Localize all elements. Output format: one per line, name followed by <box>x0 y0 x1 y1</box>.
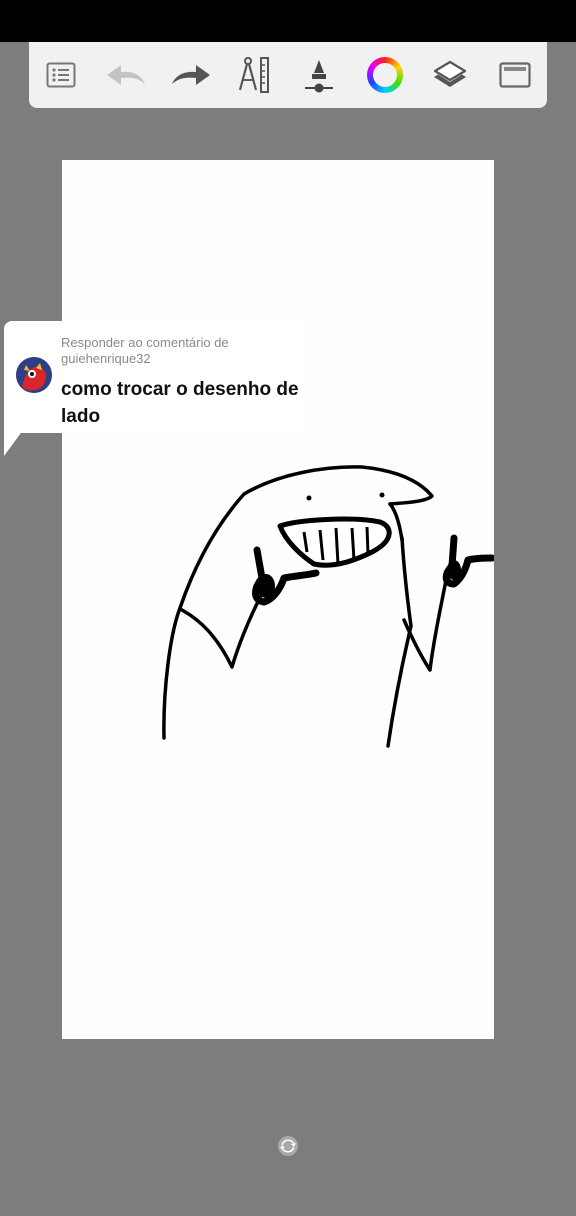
compass-ruler-icon <box>238 57 269 93</box>
layers-icon <box>433 60 467 87</box>
list-icon <box>46 62 76 88</box>
brush-size-icon <box>305 60 333 93</box>
status-bar <box>0 0 576 42</box>
drawing <box>162 465 494 748</box>
menu-button[interactable] <box>39 53 83 97</box>
fullscreen-button[interactable] <box>493 53 537 97</box>
rotate-icon <box>278 1136 298 1156</box>
canvas-handle[interactable] <box>277 1135 299 1157</box>
ruler-button[interactable] <box>232 53 276 97</box>
redo-button[interactable] <box>169 53 213 97</box>
comment-bubble: Responder ao comentário de guiehenrique3… <box>4 321 305 433</box>
brush-button[interactable] <box>297 53 341 97</box>
color-button[interactable] <box>363 53 407 97</box>
undo-button[interactable] <box>104 53 148 97</box>
drawing-canvas[interactable] <box>62 160 494 1039</box>
reply-header: Responder ao comentário de guiehenrique3… <box>61 335 229 366</box>
redo-arrow-icon <box>172 65 210 85</box>
bubble-tail <box>4 426 26 456</box>
toolbar <box>29 42 547 108</box>
layers-button[interactable] <box>428 53 472 97</box>
color-wheel-icon <box>367 57 403 93</box>
undo-arrow-icon <box>107 65 145 85</box>
comment-text: como trocar o desenho de lado <box>61 379 299 427</box>
fullscreen-icon <box>499 62 531 88</box>
avatar <box>16 357 52 393</box>
